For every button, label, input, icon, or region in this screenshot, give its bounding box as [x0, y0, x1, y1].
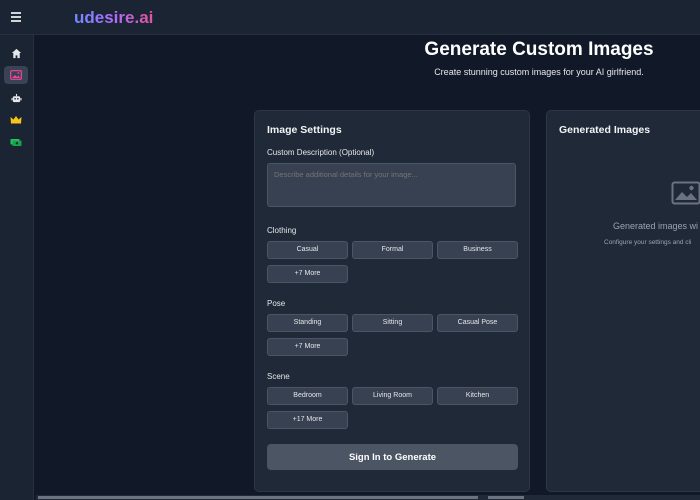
- brand-logo[interactable]: udesire.ai: [74, 8, 153, 28]
- clothing-option-business[interactable]: Business: [437, 241, 518, 259]
- generated-images-panel: Generated Images Generated images wi Con…: [546, 110, 700, 492]
- scrollbar-thumb[interactable]: [38, 496, 478, 499]
- image-placeholder-icon: [671, 181, 700, 210]
- sidebar: [0, 35, 34, 500]
- scene-label: Scene: [267, 372, 290, 381]
- custom-description-label: Custom Description (Optional): [267, 148, 375, 157]
- pose-option-casual-pose[interactable]: Casual Pose: [437, 314, 518, 332]
- clothing-option-formal[interactable]: Formal: [352, 241, 433, 259]
- clothing-more-button[interactable]: +7 More: [267, 265, 348, 283]
- scene-option-living-room[interactable]: Living Room: [352, 387, 433, 405]
- top-bar: udesire.ai: [0, 0, 700, 35]
- scene-option-bedroom[interactable]: Bedroom: [267, 387, 348, 405]
- clothing-option-casual[interactable]: Casual: [267, 241, 348, 259]
- custom-description-input[interactable]: [267, 163, 516, 207]
- generated-empty-hint: Configure your settings and cli: [604, 239, 692, 246]
- page-subtitle: Create stunning custom images for your A…: [434, 67, 644, 77]
- image-settings-title: Image Settings: [267, 124, 342, 136]
- pose-more-button[interactable]: +7 More: [267, 338, 348, 356]
- generated-empty-message: Generated images wi: [613, 221, 699, 231]
- main-content: Generate Custom Images Create stunning c…: [34, 35, 700, 500]
- scene-option-kitchen[interactable]: Kitchen: [437, 387, 518, 405]
- home-icon: [11, 48, 21, 58]
- scrollbar-thumb-secondary[interactable]: [488, 496, 524, 499]
- sidebar-item-home[interactable]: [4, 44, 28, 62]
- sidebar-item-characters[interactable]: [4, 89, 28, 107]
- page-title: Generate Custom Images: [424, 39, 654, 60]
- pose-label: Pose: [267, 299, 286, 308]
- scene-more-button[interactable]: +17 More: [267, 411, 348, 429]
- generated-images-title: Generated Images: [559, 124, 651, 136]
- crown-icon: [10, 116, 22, 124]
- pose-option-sitting[interactable]: Sitting: [352, 314, 433, 332]
- sidebar-item-images[interactable]: [4, 66, 28, 84]
- sidebar-item-earn[interactable]: [4, 133, 28, 151]
- image-icon: [10, 70, 22, 80]
- horizontal-scrollbar[interactable]: [36, 495, 700, 500]
- hamburger-menu-icon[interactable]: [8, 9, 24, 25]
- sign-in-to-generate-button[interactable]: Sign In to Generate: [267, 444, 518, 470]
- clothing-label: Clothing: [267, 226, 297, 235]
- money-icon: [10, 139, 22, 146]
- sidebar-item-premium[interactable]: [4, 111, 28, 129]
- pose-option-standing[interactable]: Standing: [267, 314, 348, 332]
- image-settings-panel: Image Settings Custom Description (Optio…: [254, 110, 530, 492]
- robot-icon: [10, 93, 22, 102]
